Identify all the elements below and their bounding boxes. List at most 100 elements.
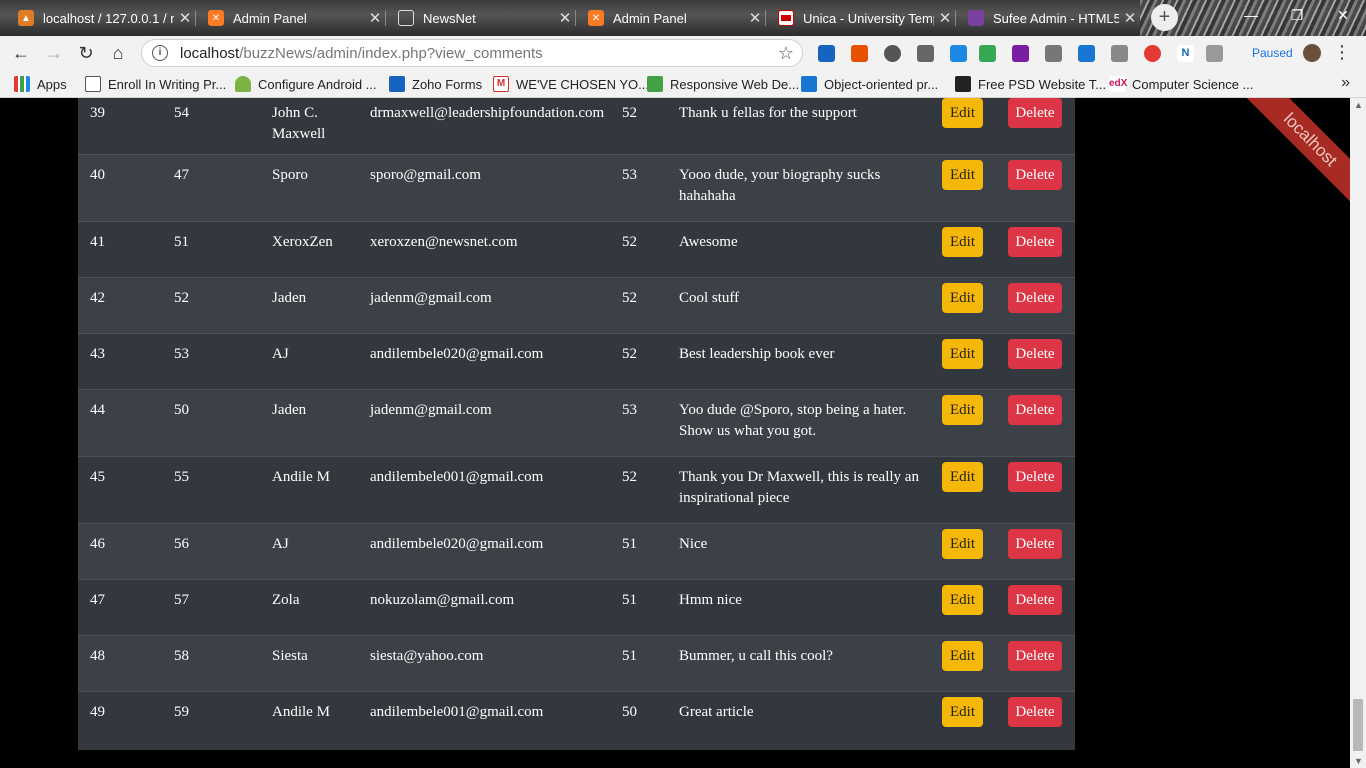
close-tab-icon[interactable]: ✕: [1119, 9, 1141, 27]
commenter-email: drmaxwell@leadershipfoundation.com: [370, 105, 605, 121]
extension-office-icon[interactable]: [851, 45, 868, 62]
bookmark-freecodecamp[interactable]: Responsive Web De...: [647, 76, 799, 92]
bookmark-gmail[interactable]: M WE'VE CHOSEN YO...: [493, 76, 649, 92]
bookmark-oop[interactable]: Object-oriented pr...: [801, 76, 938, 92]
bookmark-apps[interactable]: Apps: [14, 76, 67, 92]
bookmark-label: Zoho Forms: [412, 76, 483, 92]
google-drive-icon[interactable]: [979, 45, 996, 62]
forward-button[interactable]: →: [42, 41, 66, 65]
extension-puzzle-icon[interactable]: [1078, 45, 1095, 62]
comment-id: 46: [90, 536, 105, 552]
commenter-name: John C. Maxwell: [272, 105, 326, 142]
comment-text: Best leadership book ever: [679, 346, 835, 362]
site-info-icon[interactable]: i: [152, 45, 168, 61]
onenote-icon[interactable]: [1012, 45, 1029, 62]
tab-title: Sufee Admin - HTML5: [993, 10, 1119, 26]
bookmark-android[interactable]: Configure Android ...: [235, 76, 377, 92]
edit-button[interactable]: Edit: [942, 529, 983, 559]
commenter-name: Zola: [272, 592, 300, 608]
delete-button[interactable]: Delete: [1008, 462, 1062, 492]
bookmark-enroll[interactable]: Enroll In Writing Pr...: [85, 76, 226, 92]
browser-tab-admin-panel-1[interactable]: ✕ Admin Panel ✕: [196, 4, 386, 32]
download-icon[interactable]: [1045, 45, 1062, 62]
table-row: 42 52 Jaden jadenm@gmail.com 52 Cool stu…: [78, 277, 1075, 333]
restore-button[interactable]: ❐: [1274, 4, 1320, 28]
extension-lightbulb-icon[interactable]: [1111, 45, 1128, 62]
extension-compass-icon[interactable]: [884, 45, 901, 62]
delete-button[interactable]: Delete: [1008, 98, 1062, 128]
close-tab-icon[interactable]: ✕: [744, 9, 766, 27]
close-tab-icon[interactable]: ✕: [364, 9, 386, 27]
comment-ref: 53: [622, 402, 637, 418]
post-id: 51: [174, 234, 189, 250]
bookmark-star-icon[interactable]: ☆: [778, 43, 794, 64]
browser-tab-unica[interactable]: Unica - University Temp ✕: [766, 4, 956, 32]
browser-tab-newsnet[interactable]: NewsNet ✕: [386, 4, 576, 32]
back-button[interactable]: ←: [9, 41, 33, 65]
close-window-button[interactable]: ✕: [1320, 4, 1366, 28]
bookmark-computer-science[interactable]: edX Computer Science ...: [1109, 76, 1253, 92]
bookmark-free-psd[interactable]: Free PSD Website T...: [955, 76, 1106, 92]
browser-tab-admin-panel-2[interactable]: ✕ Admin Panel ✕: [576, 4, 766, 32]
address-bar[interactable]: i localhost/buzzNews/admin/index.php?vie…: [141, 39, 803, 67]
localhost-ribbon: localhost: [1210, 98, 1350, 238]
bookmark-zoho[interactable]: Zoho Forms: [389, 76, 482, 92]
edit-button[interactable]: Edit: [942, 585, 983, 615]
comment-id: 42: [90, 290, 105, 306]
delete-button[interactable]: Delete: [1008, 283, 1062, 313]
edit-button[interactable]: Edit: [942, 395, 983, 425]
edit-button[interactable]: Edit: [942, 283, 983, 313]
android-icon: [235, 76, 251, 92]
extension-analytics-icon[interactable]: [818, 45, 835, 62]
edit-button[interactable]: Edit: [942, 160, 983, 190]
delete-button[interactable]: Delete: [1008, 641, 1062, 671]
extension-slot-icon[interactable]: [1206, 45, 1223, 62]
delete-button[interactable]: Delete: [1008, 339, 1062, 369]
edit-button[interactable]: Edit: [942, 697, 983, 727]
close-tab-icon[interactable]: ✕: [934, 9, 956, 27]
delete-button[interactable]: Delete: [1008, 160, 1062, 190]
edit-button[interactable]: Edit: [942, 98, 983, 128]
apps-grid-icon: [14, 76, 30, 92]
scrollbar-thumb[interactable]: [1353, 699, 1363, 751]
delete-button[interactable]: Delete: [1008, 227, 1062, 257]
bookmarks-overflow-button[interactable]: »: [1341, 74, 1350, 92]
browser-menu-icon[interactable]: ⋮: [1333, 42, 1351, 63]
delete-button[interactable]: Delete: [1008, 395, 1062, 425]
laptop-icon: [801, 76, 817, 92]
comment-id: 41: [90, 234, 105, 250]
reload-button[interactable]: ↻: [74, 41, 98, 65]
post-id: 56: [174, 536, 189, 552]
profile-status[interactable]: Paused: [1252, 46, 1293, 60]
edx-icon: edX: [1109, 76, 1127, 92]
delete-button[interactable]: Delete: [1008, 585, 1062, 615]
close-tab-icon[interactable]: ✕: [174, 9, 196, 27]
home-button[interactable]: ⌂: [106, 41, 130, 65]
edit-button[interactable]: Edit: [942, 339, 983, 369]
delete-button[interactable]: Delete: [1008, 529, 1062, 559]
gmail-icon: M: [493, 76, 509, 92]
extension-n-icon[interactable]: N: [1177, 45, 1194, 62]
extension-record-icon[interactable]: [1144, 45, 1161, 62]
profile-avatar[interactable]: [1303, 44, 1321, 62]
tab-title: localhost / 127.0.0.1 / n: [43, 10, 174, 26]
scroll-down-arrow-icon[interactable]: ▼: [1354, 756, 1363, 766]
scroll-up-arrow-icon[interactable]: ▲: [1354, 100, 1363, 110]
edit-button[interactable]: Edit: [942, 641, 983, 671]
post-id: 58: [174, 648, 189, 664]
new-tab-button[interactable]: +: [1151, 4, 1178, 31]
minimize-button[interactable]: —: [1228, 4, 1274, 28]
comment-id: 43: [90, 346, 105, 362]
commenter-name: Andile M: [272, 704, 330, 720]
browser-tab-phpmyadmin[interactable]: ▲ localhost / 127.0.0.1 / n ✕: [6, 4, 196, 32]
delete-button[interactable]: Delete: [1008, 697, 1062, 727]
edit-button[interactable]: Edit: [942, 227, 983, 257]
page-scrollbar[interactable]: ▲ ▼: [1350, 98, 1366, 768]
dropbox-icon[interactable]: [950, 45, 967, 62]
close-tab-icon[interactable]: ✕: [554, 9, 576, 27]
extension-music-icon[interactable]: [917, 45, 934, 62]
browser-tab-sufee-admin[interactable]: Sufee Admin - HTML5 ✕: [956, 4, 1141, 32]
comment-text: Hmm nice: [679, 592, 742, 608]
edit-button[interactable]: Edit: [942, 462, 983, 492]
comment-ref: 51: [622, 536, 637, 552]
